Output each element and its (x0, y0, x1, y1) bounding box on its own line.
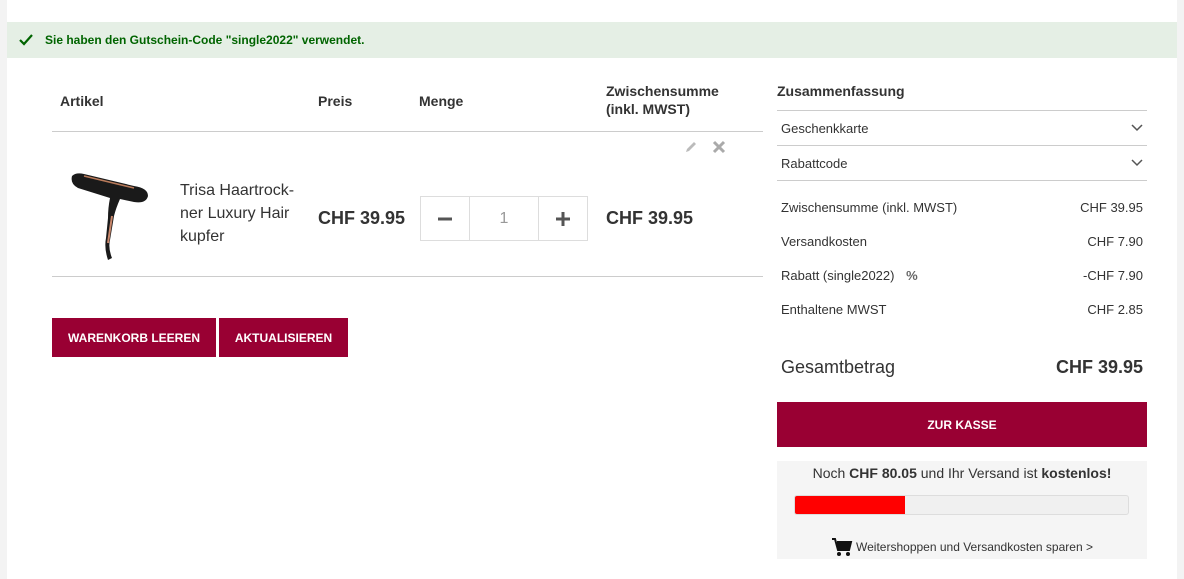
header-subtotal-line1: Zwischensumme (606, 83, 719, 99)
accordion-gift-card[interactable]: Geschenkkarte (777, 111, 1147, 146)
product-name[interactable]: Trisa Haartrock-ner Luxury Hair kupfer (180, 179, 305, 248)
free-shipping-box: Noch CHF 80.05 und Ihr Versand ist koste… (777, 461, 1147, 559)
accordion-discount-code-label: Rabattcode (781, 155, 848, 171)
cart-header: Artikel Preis Menge Zwischensumme (inkl.… (52, 78, 763, 132)
quantity-input[interactable]: 1 (469, 197, 539, 240)
vat-label: Enthaltene MWST (781, 301, 887, 317)
cart-table: Artikel Preis Menge Zwischensumme (inkl.… (52, 78, 763, 357)
minus-icon (438, 217, 452, 220)
item-subtotal: CHF 39.95 (606, 208, 694, 228)
continue-shopping-link[interactable]: Weitershoppen und Versandkosten sparen > (777, 537, 1147, 557)
discount-label-wrap: Rabatt (single2022) % (781, 268, 918, 283)
checkmark-icon (19, 34, 33, 46)
header-quantity: Menge (419, 93, 464, 109)
discount-value: -CHF 7.90 (1083, 267, 1143, 283)
decrease-button[interactable] (421, 197, 469, 240)
quantity-stepper: 1 (420, 196, 588, 241)
accordion-gift-card-label: Geschenkkarte (781, 120, 869, 136)
shipping-label: Versandkosten (781, 233, 868, 249)
cart-item-row: Trisa Haartrock-ner Luxury Hair kupfer C… (52, 132, 763, 277)
summary-line-shipping: Versandkosten CHF 7.90 (777, 224, 1147, 258)
order-summary: Zusammenfassung Geschenkkarte Rabattcode… (777, 80, 1147, 559)
vat-value: CHF 2.85 (1087, 301, 1143, 317)
clear-cart-button[interactable]: WARENKORB LEEREN (52, 318, 216, 357)
cart-actions: WARENKORB LEEREN AKTUALISIEREN (52, 318, 348, 357)
shipping-prefix: Noch (812, 465, 850, 481)
header-subtotal-line2: (inkl. MWST) (606, 101, 690, 117)
shipping-amount: CHF 80.05 (849, 465, 917, 481)
shipping-middle: und Ihr Versand ist (916, 465, 1042, 481)
update-cart-button[interactable]: AKTUALISIEREN (219, 318, 348, 357)
summary-line-subtotal: Zwischensumme (inkl. MWST) CHF 39.95 (777, 190, 1147, 224)
percent-icon: % (906, 267, 918, 283)
total-label: Gesamtbetrag (781, 356, 896, 377)
summary-line-vat: Enthaltene MWST CHF 2.85 (777, 292, 1147, 326)
total-value: CHF 39.95 (1055, 356, 1143, 377)
pencil-icon[interactable] (684, 140, 698, 154)
plus-icon (556, 211, 570, 226)
page: Sie haben den Gutschein-Code "single2022… (7, 0, 1177, 579)
header-subtotal: Zwischensumme (inkl. MWST) (606, 82, 719, 118)
product-image[interactable] (64, 168, 154, 263)
increase-button[interactable] (539, 197, 587, 240)
accordion-discount-code[interactable]: Rabattcode (777, 146, 1147, 181)
shipping-progress-bar (794, 495, 1129, 515)
shipping-free: kostenlos! (1041, 465, 1112, 481)
item-price: CHF 39.95 (318, 208, 406, 228)
chevron-down-icon (1131, 124, 1143, 132)
close-icon[interactable] (712, 140, 726, 154)
subtotal-value: CHF 39.95 (1080, 199, 1143, 215)
notice-message: Sie haben den Gutschein-Code "single2022… (45, 33, 365, 47)
grand-total: Gesamtbetrag CHF 39.95 (777, 342, 1147, 392)
checkout-button[interactable]: ZUR KASSE (777, 402, 1147, 447)
subtotal-label: Zwischensumme (inkl. MWST) (781, 199, 958, 215)
shipping-progress-fill (795, 496, 905, 514)
continue-shopping-label: Weitershoppen und Versandkosten sparen > (856, 540, 1093, 554)
header-price: Preis (318, 93, 353, 109)
chevron-down-icon (1131, 159, 1143, 167)
summary-title: Zusammenfassung (777, 80, 1147, 111)
free-shipping-text: Noch CHF 80.05 und Ihr Versand ist koste… (777, 465, 1147, 481)
cart-icon (832, 538, 853, 556)
header-article: Artikel (60, 93, 104, 109)
success-notice: Sie haben den Gutschein-Code "single2022… (7, 22, 1177, 58)
shipping-value: CHF 7.90 (1087, 233, 1143, 249)
summary-line-discount: Rabatt (single2022) % -CHF 7.90 (777, 258, 1147, 292)
discount-label: Rabatt (single2022) (781, 267, 895, 283)
